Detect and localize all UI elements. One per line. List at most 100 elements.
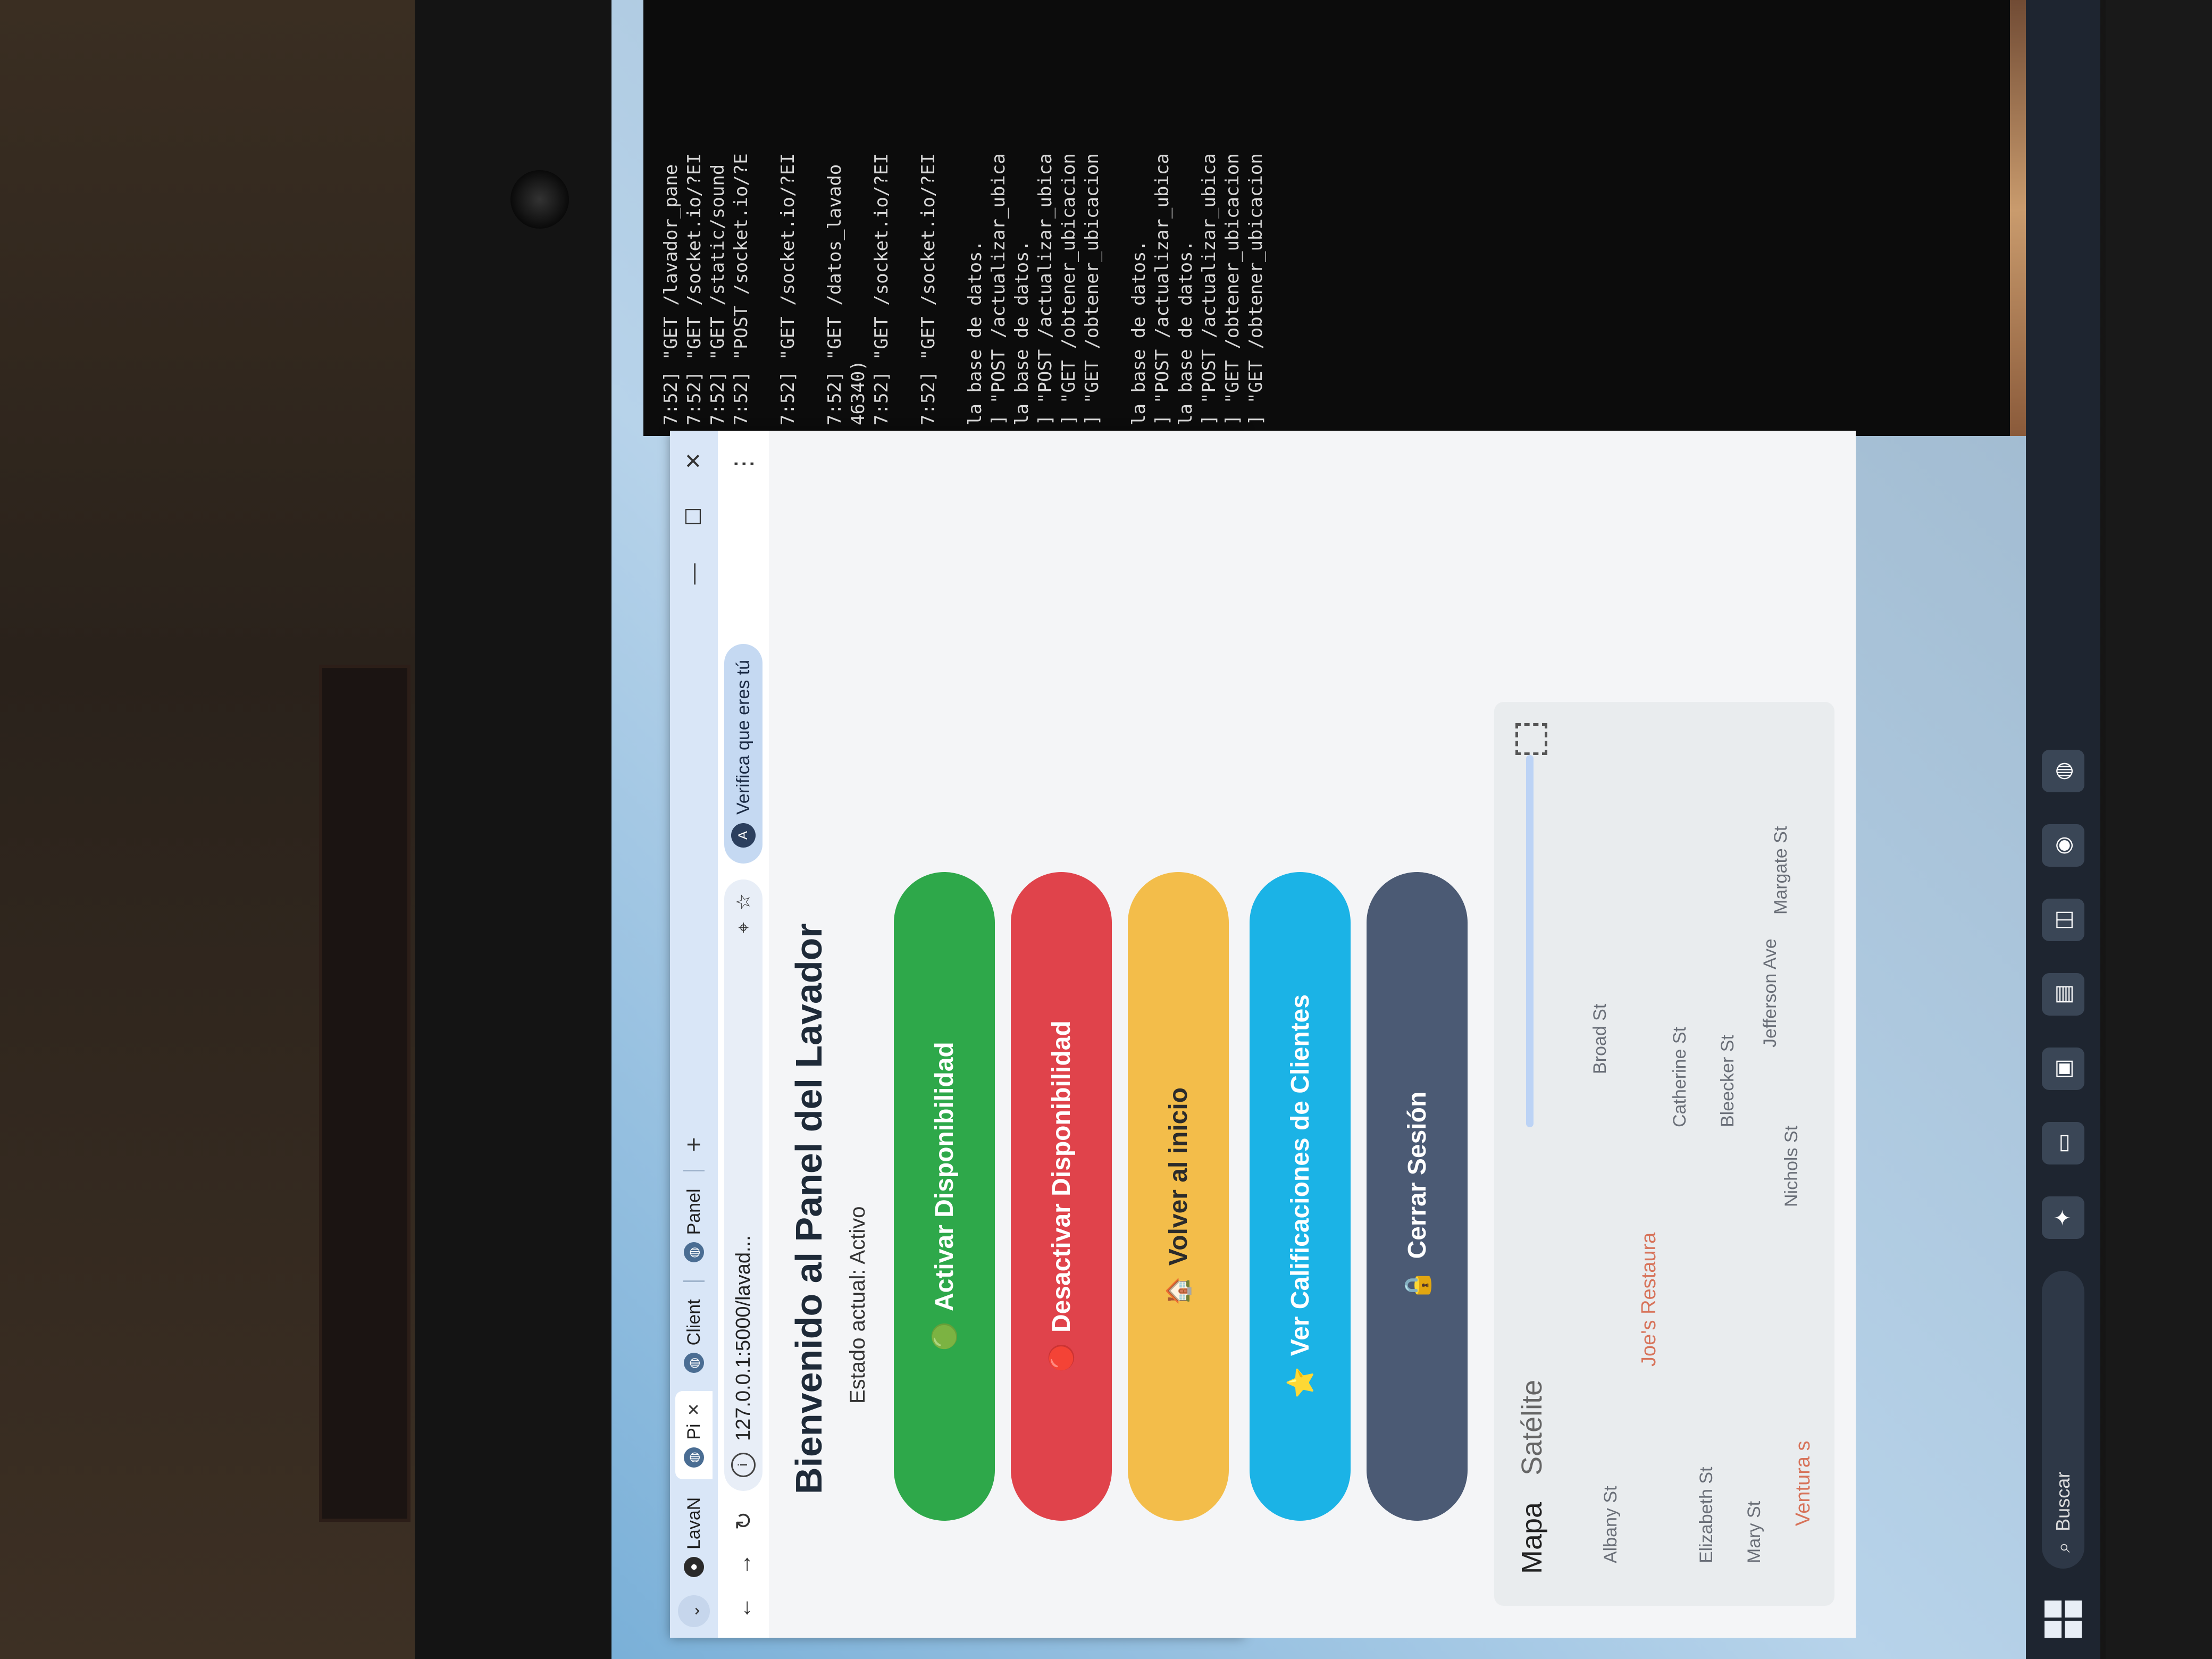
street-label: Albany St: [1601, 1486, 1621, 1563]
terminal-line: ] "POST /actualizar_ubica: [988, 153, 1009, 425]
globe-icon: ◍: [684, 1447, 704, 1468]
taskbar-search[interactable]: ⌕ Buscar: [2042, 1271, 2084, 1569]
photo-scene: 7:52] "GET /lavador_pane 7:52] "GET /sock…: [0, 0, 2212, 1659]
button-label: Desactivar Disponibilidad: [1047, 1020, 1076, 1333]
map-type-tabs: Mapa Satélite: [1515, 1380, 1548, 1574]
browser-menu-icon[interactable]: ⋮: [730, 431, 757, 475]
logout-button[interactable]: 🔒 Cerrar Sesión: [1367, 872, 1468, 1521]
house-icon: 🏠: [1166, 1276, 1192, 1306]
maximize-button[interactable]: ☐: [682, 507, 706, 526]
location-pin-icon[interactable]: ⌖: [732, 922, 755, 933]
map-widget[interactable]: Mapa Satélite Albany St Elizabeth St Mar…: [1494, 702, 1834, 1606]
button-label: Volver al inicio: [1164, 1087, 1193, 1266]
close-window-button[interactable]: ✕: [682, 452, 706, 470]
terminal-line: 7:52] "GET /socket.io/?EI: [918, 153, 939, 425]
monitor-edge: [2106, 0, 2212, 1659]
restaurant-poi[interactable]: Joe's Restaura: [1638, 1233, 1661, 1367]
highway-road: [1526, 755, 1534, 1127]
status-text: Estado actual: Activo: [846, 1206, 869, 1404]
street-label: Bleecker St: [1717, 1035, 1738, 1127]
site-info-icon[interactable]: i: [731, 1453, 756, 1477]
reload-icon[interactable]: ↻: [731, 1507, 757, 1535]
windows-start-icon[interactable]: [2045, 1601, 2082, 1638]
page-content-lower: ⭐ Ver Calificaciones de Clientes 🔒 Cerra…: [1244, 431, 1856, 1638]
tab-lavan[interactable]: ● LavaN: [675, 1486, 713, 1589]
sparkle-icon[interactable]: ✦: [2042, 1196, 2084, 1239]
button-label: Activar Disponibilidad: [930, 1042, 959, 1311]
button-label: Cerrar Sesión: [1403, 1091, 1431, 1259]
address-bar[interactable]: i 127.0.0.1:5000/lavad... ⌖ ☆: [724, 879, 763, 1491]
bookmark-star-icon[interactable]: ☆: [732, 893, 755, 910]
tab-pi[interactable]: ◍ Pi ✕: [675, 1391, 713, 1479]
deactivate-availability-button[interactable]: 🔴 Desactivar Disponibilidad: [1011, 872, 1112, 1521]
new-tab-button[interactable]: +: [680, 1128, 709, 1160]
chrome-icon[interactable]: ◍: [2042, 750, 2084, 792]
restaurant-poi[interactable]: Ventura s: [1792, 1440, 1815, 1526]
terminal-line: 7:52] "GET /socket.io/?EI: [684, 153, 705, 425]
terminal-icon[interactable]: ▣: [2042, 1048, 2084, 1090]
back-home-button[interactable]: 🏠 Volver al inicio: [1128, 872, 1229, 1521]
tab-divider: [683, 1280, 705, 1283]
tab-client[interactable]: ◍ Client: [675, 1287, 713, 1385]
picture-frame: [319, 665, 410, 1522]
browser-window: ⌄ ● LavaN ◍ Pi ✕ ◍ Client ◍ Panel + — ☐ …: [670, 431, 1244, 1638]
close-tab-icon[interactable]: ✕: [685, 1403, 703, 1416]
activate-availability-button[interactable]: 🟢 Activar Disponibilidad: [894, 872, 995, 1521]
back-arrow-icon[interactable]: ←: [731, 1594, 756, 1622]
terminal-line: ] "GET /obtener_ubicacion: [1245, 153, 1267, 425]
terminal-line: ] "POST /actualizar_ubica: [1035, 153, 1056, 425]
monitor-screen: 7:52] "GET /lavador_pane 7:52] "GET /sock…: [611, 0, 2100, 1659]
avatar: A: [731, 823, 756, 848]
terminal-line: la base de datos.: [1128, 240, 1150, 425]
webcam: [510, 170, 569, 229]
tab-search-button[interactable]: ⌄: [678, 1595, 710, 1627]
terminal-line: 7:52] "GET /datos_lavado: [824, 164, 845, 425]
terminal-line: 7:52] "GET /socket.io/?EI: [871, 153, 892, 425]
street-label: Nichols St: [1781, 1125, 1802, 1207]
store-icon[interactable]: ◫: [2042, 899, 2084, 941]
terminal-line: ] "GET /obtener_ubicacion: [1222, 153, 1243, 425]
tab-panel[interactable]: ◍ Panel: [675, 1177, 713, 1274]
satellite-tab[interactable]: Satélite: [1515, 1380, 1548, 1476]
street-label: Margate St: [1771, 826, 1791, 915]
app-icon[interactable]: ◉: [2042, 824, 2084, 867]
window-controls: — ☐ ✕: [682, 431, 706, 584]
tab-label: LavaN: [683, 1497, 704, 1549]
verify-chip-label: Verifica que eres tú: [733, 659, 753, 815]
file-explorer-icon[interactable]: ▤: [2042, 973, 2084, 1016]
task-view-icon[interactable]: ▭: [2042, 1122, 2084, 1164]
terminal-line: la base de datos.: [1175, 240, 1196, 425]
map-tab[interactable]: Mapa: [1515, 1502, 1548, 1574]
terminal-line: 46340): [848, 360, 869, 425]
terminal-line: 7:52] "GET /socket.io/?EI: [777, 153, 799, 425]
terminal-line: 7:52] "POST /socket.io/?E: [731, 153, 752, 425]
terminal-line: ] "POST /actualizar_ubica: [1152, 153, 1173, 425]
lock-icon: 🔒: [1403, 1269, 1432, 1302]
search-label: Buscar: [2052, 1471, 2074, 1531]
view-ratings-button[interactable]: ⭐ Ver Calificaciones de Clientes: [1250, 872, 1351, 1521]
terminal-line: 7:52] "GET /lavador_pane: [660, 164, 682, 425]
street-label: Elizabeth St: [1696, 1467, 1716, 1563]
tab-label: Panel: [683, 1188, 704, 1235]
star-icon: ⭐: [1286, 1367, 1315, 1399]
red-circle-icon: 🔴: [1049, 1343, 1075, 1372]
taskbar: ⌕ Buscar ✦ ▭ ▣ ▤ ◫ ◉ ◍: [2026, 0, 2100, 1659]
terminal-line: 7:52] "GET /static/sound: [707, 164, 728, 425]
tab-bar: ⌄ ● LavaN ◍ Pi ✕ ◍ Client ◍ Panel + — ☐ …: [670, 431, 718, 1638]
verify-profile-chip[interactable]: A Verifica que eres tú: [724, 643, 763, 864]
fullscreen-icon[interactable]: [1515, 723, 1547, 755]
green-circle-icon: 🟢: [932, 1321, 958, 1351]
tab-divider: [683, 1170, 705, 1172]
forward-arrow-icon[interactable]: →: [731, 1551, 756, 1578]
minimize-button[interactable]: —: [682, 563, 706, 584]
street-label: Mary St: [1744, 1501, 1764, 1563]
page-content: Bienvenido al Panel del Lavador Estado a…: [769, 431, 1244, 1638]
tab-label: Client: [683, 1299, 704, 1346]
street-label: Catherine St: [1670, 1027, 1690, 1127]
search-icon: ⌕: [2051, 1541, 2074, 1553]
terminal-line: la base de datos.: [965, 240, 986, 425]
